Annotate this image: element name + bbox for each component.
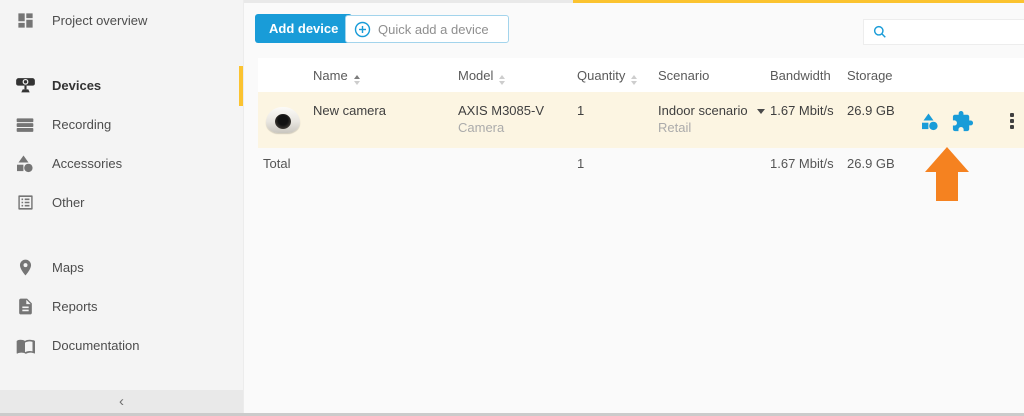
- sidebar-item-devices[interactable]: Devices: [0, 66, 243, 105]
- dashboard-icon: [14, 10, 36, 32]
- device-thumbnail: [264, 105, 302, 135]
- app-window: Project overview Devices Recording Acces…: [0, 0, 1024, 416]
- column-header-quantity[interactable]: Quantity: [577, 68, 638, 85]
- total-quantity: 1: [577, 156, 585, 171]
- column-header-scenario: Scenario: [658, 68, 710, 83]
- top-divider: [244, 0, 573, 3]
- total-bandwidth: 1.67 Mbit/s: [770, 156, 834, 171]
- device-name[interactable]: New camera: [313, 103, 386, 118]
- device-quantity: 1: [577, 103, 585, 118]
- sort-icon[interactable]: [499, 75, 506, 85]
- total-label: Total: [263, 156, 291, 171]
- scenario-sub: Retail: [658, 120, 692, 135]
- map-pin-icon: [14, 257, 36, 279]
- sidebar-item-label: Recording: [52, 117, 112, 132]
- sidebar-nav: Project overview Devices Recording Acces…: [0, 0, 243, 365]
- device-bandwidth: 1.67 Mbit/s: [770, 103, 834, 118]
- total-storage: 26.9 GB: [847, 156, 895, 171]
- column-header-name[interactable]: Name: [313, 68, 360, 85]
- device-model-type: Camera: [458, 120, 505, 135]
- sidebar-item-label: Documentation: [52, 338, 140, 353]
- column-header-model[interactable]: Model: [458, 68, 506, 85]
- table-total-row: Total 1 1.67 Mbit/s 26.9 GB: [258, 148, 1024, 184]
- camera-icon: [14, 75, 36, 97]
- quick-add-device-field[interactable]: [345, 15, 509, 43]
- server-icon: [14, 114, 36, 136]
- book-icon: [14, 335, 36, 357]
- sidebar-item-documentation[interactable]: Documentation: [0, 326, 243, 365]
- row-menu-button[interactable]: [1000, 109, 1024, 133]
- sidebar-collapse-button[interactable]: ‹: [0, 390, 243, 413]
- sidebar-item-label: Maps: [52, 260, 84, 275]
- shapes-icon: [14, 153, 36, 175]
- search-input[interactable]: [894, 25, 1014, 39]
- main-content: Add device Name: [244, 0, 1024, 416]
- column-header-storage: Storage: [847, 68, 893, 83]
- search-icon: [872, 24, 888, 40]
- document-icon: [14, 296, 36, 318]
- sidebar-item-reports[interactable]: Reports: [0, 287, 243, 326]
- kebab-menu-icon: [1010, 113, 1014, 129]
- top-accent-bar: [573, 0, 1024, 3]
- orange-pointer-arrow: [925, 147, 969, 201]
- scenario-dropdown[interactable]: Indoor scenario: [658, 103, 765, 118]
- search-box[interactable]: [863, 19, 1024, 45]
- sidebar-item-other[interactable]: Other: [0, 183, 243, 222]
- sidebar-item-recording[interactable]: Recording: [0, 105, 243, 144]
- sidebar-item-label: Other: [52, 195, 85, 210]
- sidebar-item-label: Accessories: [52, 156, 123, 171]
- table-header: Name Model Quantity Scenario Bandwidth S…: [258, 58, 1024, 92]
- sidebar-item-label: Reports: [52, 299, 98, 314]
- applications-puzzle-button[interactable]: [950, 109, 974, 133]
- column-header-bandwidth: Bandwidth: [770, 68, 831, 83]
- sidebar-item-label: Devices: [52, 78, 102, 93]
- accessories-button[interactable]: [918, 109, 942, 133]
- sort-icon[interactable]: [631, 75, 638, 85]
- device-model: AXIS M3085-V: [458, 103, 544, 118]
- quick-add-device-input[interactable]: [378, 21, 503, 37]
- chevron-down-icon[interactable]: [756, 109, 765, 114]
- plus-circle-icon: [354, 21, 371, 38]
- sidebar-item-label: Project overview: [52, 13, 148, 28]
- sidebar-item-maps[interactable]: Maps: [0, 248, 243, 287]
- device-storage: 26.9 GB: [847, 103, 895, 118]
- add-device-button[interactable]: Add device: [255, 14, 353, 43]
- camera-lens: [275, 114, 291, 129]
- chevron-left-icon: ‹: [119, 393, 124, 410]
- sidebar: Project overview Devices Recording Acces…: [0, 0, 244, 416]
- list-icon: [14, 192, 36, 214]
- table-row[interactable]: New camera AXIS M3085-V Camera 1 Indoor …: [258, 92, 1024, 148]
- sidebar-item-project-overview[interactable]: Project overview: [0, 1, 243, 40]
- sidebar-item-accessories[interactable]: Accessories: [0, 144, 243, 183]
- sort-icon[interactable]: [353, 75, 360, 85]
